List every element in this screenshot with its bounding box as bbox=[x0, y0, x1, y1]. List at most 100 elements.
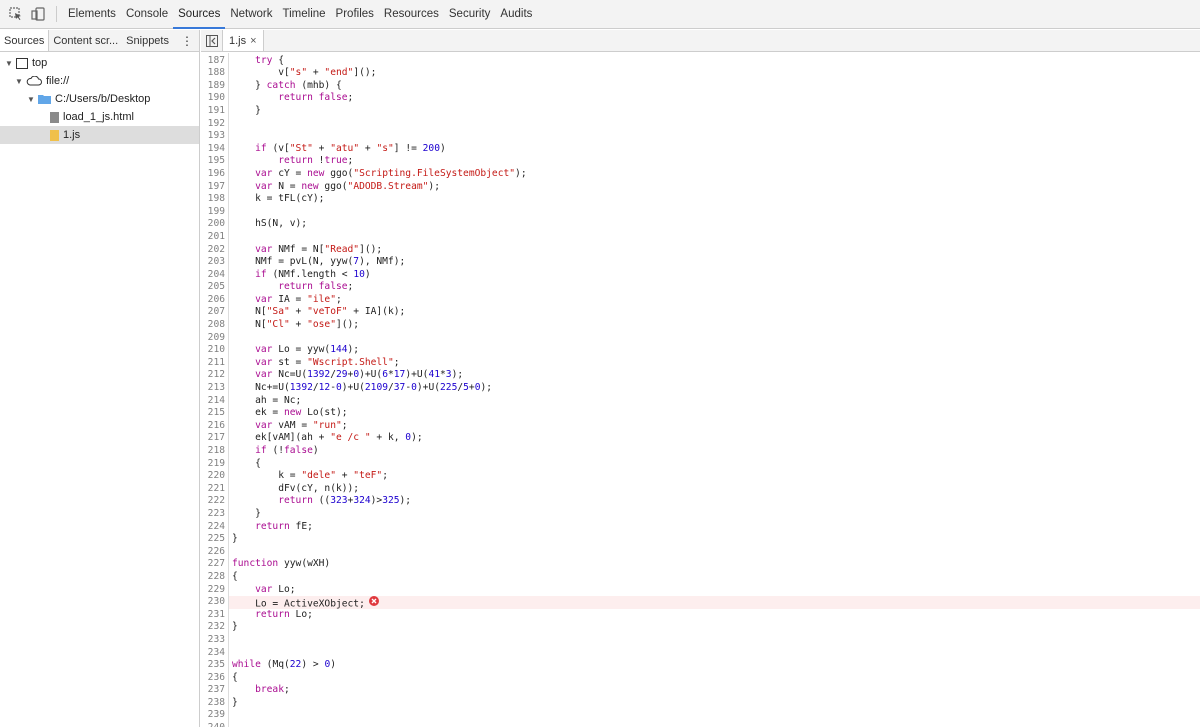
tab-audits[interactable]: Audits bbox=[495, 0, 537, 29]
line-number[interactable]: 213 bbox=[201, 382, 229, 395]
tab-network[interactable]: Network bbox=[225, 0, 277, 29]
line-number[interactable]: 203 bbox=[201, 256, 229, 269]
close-tab-icon[interactable]: × bbox=[250, 35, 256, 47]
line-number[interactable]: 190 bbox=[201, 92, 229, 105]
line-number[interactable]: 199 bbox=[201, 205, 229, 219]
line-number[interactable]: 236 bbox=[201, 671, 229, 685]
line-number[interactable]: 189 bbox=[201, 79, 229, 93]
tab-elements[interactable]: Elements bbox=[63, 0, 121, 29]
tab-timeline[interactable]: Timeline bbox=[278, 0, 331, 29]
line-number[interactable]: 239 bbox=[201, 709, 229, 723]
code-line: 191 } bbox=[201, 104, 1200, 118]
code-text: Lo = ActiveXObject; bbox=[229, 596, 1200, 609]
line-number[interactable]: 220 bbox=[201, 470, 229, 483]
line-number[interactable]: 194 bbox=[201, 142, 229, 156]
line-number[interactable]: 219 bbox=[201, 457, 229, 471]
line-number[interactable]: 231 bbox=[201, 608, 229, 622]
line-number[interactable]: 193 bbox=[201, 130, 229, 143]
code-text: return !true; bbox=[278, 155, 354, 167]
editor-tab-file[interactable]: 1.js × bbox=[223, 30, 264, 51]
tab-sources[interactable]: Sources bbox=[173, 0, 226, 29]
line-number[interactable]: 225 bbox=[201, 533, 229, 546]
toggle-navigator-icon[interactable] bbox=[201, 30, 223, 51]
line-number[interactable]: 211 bbox=[201, 356, 229, 370]
line-number[interactable]: 205 bbox=[201, 281, 229, 294]
code-line: 228{ bbox=[201, 570, 1200, 584]
line-number[interactable]: 216 bbox=[201, 419, 229, 433]
code-line: 227 function yyw(wXH) bbox=[201, 558, 1200, 571]
line-number[interactable]: 214 bbox=[201, 394, 229, 408]
line-number[interactable]: 200 bbox=[201, 218, 229, 231]
line-number[interactable]: 196 bbox=[201, 167, 229, 181]
tree-item-frame[interactable]: ▼ top bbox=[0, 54, 199, 72]
navigator-tab-2[interactable]: Snippets bbox=[122, 30, 173, 51]
code-area[interactable]: 186 v["O" + "pen"]("GET", k, 0);187 try … bbox=[201, 53, 1200, 727]
expand-arrow-icon[interactable]: ▼ bbox=[26, 95, 36, 104]
tree-item-label: C:/Users/b/Desktop bbox=[55, 93, 151, 105]
line-number[interactable]: 237 bbox=[201, 684, 229, 697]
tree-item-cloud[interactable]: ▼ file:// bbox=[0, 72, 199, 90]
code-line: 229 var Lo; bbox=[201, 583, 1200, 597]
expand-arrow-icon[interactable]: ▼ bbox=[4, 59, 14, 68]
line-number[interactable]: 208 bbox=[201, 319, 229, 332]
tree-item-file-js[interactable]: 1.js bbox=[0, 126, 199, 144]
line-number[interactable]: 187 bbox=[201, 54, 229, 68]
line-number[interactable]: 195 bbox=[201, 155, 229, 168]
line-number[interactable]: 234 bbox=[201, 646, 229, 660]
line-number[interactable]: 209 bbox=[201, 331, 229, 345]
line-number[interactable]: 188 bbox=[201, 67, 229, 80]
line-number[interactable]: 218 bbox=[201, 445, 229, 458]
code-line: 219 { bbox=[201, 457, 1200, 471]
tab-profiles[interactable]: Profiles bbox=[331, 0, 379, 29]
more-options-icon[interactable]: ⋮ bbox=[177, 30, 197, 51]
code-line: 190 return false; bbox=[201, 92, 1200, 105]
line-number[interactable]: 232 bbox=[201, 621, 229, 634]
editor-tab-label: 1.js bbox=[229, 34, 247, 47]
line-number[interactable]: 191 bbox=[201, 104, 229, 118]
line-number[interactable]: 204 bbox=[201, 268, 229, 282]
line-number[interactable]: 235 bbox=[201, 659, 229, 672]
line-number[interactable]: 198 bbox=[201, 193, 229, 206]
line-number[interactable]: 212 bbox=[201, 369, 229, 383]
line-number[interactable]: 229 bbox=[201, 583, 229, 597]
navigator-tab-0[interactable]: Sources bbox=[0, 30, 50, 51]
code-line: 220 k = "dele" + "teF"; bbox=[201, 470, 1200, 483]
line-number[interactable]: 226 bbox=[201, 545, 229, 559]
code-text: return ((323+324)>325); bbox=[278, 495, 412, 507]
tree-item-folder[interactable]: ▼ C:/Users/b/Desktop bbox=[0, 90, 199, 108]
code-line: 201 bbox=[201, 230, 1200, 244]
expand-arrow-icon[interactable]: ▼ bbox=[14, 77, 24, 86]
line-number[interactable]: 238 bbox=[201, 696, 229, 710]
line-number[interactable]: 233 bbox=[201, 633, 229, 647]
line-number[interactable]: 197 bbox=[201, 180, 229, 194]
line-number[interactable]: 206 bbox=[201, 293, 229, 307]
code-line: 223 } bbox=[201, 507, 1200, 521]
line-number[interactable]: 192 bbox=[201, 117, 229, 131]
tab-console[interactable]: Console bbox=[121, 0, 173, 29]
line-number[interactable]: 224 bbox=[201, 520, 229, 534]
line-number[interactable]: 222 bbox=[201, 495, 229, 508]
device-mode-icon[interactable] bbox=[28, 4, 48, 24]
code-line: 206 var IA = "ile"; bbox=[201, 293, 1200, 307]
code-line: 197 var N = new ggo("ADODB.Stream"); bbox=[201, 180, 1200, 194]
line-number[interactable]: 227 bbox=[201, 558, 229, 571]
line-number[interactable]: 217 bbox=[201, 432, 229, 445]
tab-resources[interactable]: Resources bbox=[379, 0, 444, 29]
line-number[interactable]: 215 bbox=[201, 407, 229, 420]
line-number[interactable]: 230 bbox=[201, 596, 229, 609]
line-number[interactable]: 228 bbox=[201, 570, 229, 584]
code-text: { bbox=[232, 457, 261, 469]
line-number[interactable]: 223 bbox=[201, 507, 229, 521]
line-number[interactable]: 202 bbox=[201, 243, 229, 257]
navigator-tab-1[interactable]: Content scr... bbox=[49, 30, 122, 51]
code-text: } bbox=[232, 104, 261, 116]
line-number[interactable]: 221 bbox=[201, 482, 229, 496]
tab-security[interactable]: Security bbox=[444, 0, 496, 29]
line-number[interactable]: 240 bbox=[201, 722, 229, 727]
line-number[interactable]: 210 bbox=[201, 344, 229, 357]
tree-item-file[interactable]: load_1_js.html bbox=[0, 108, 199, 126]
inspect-element-icon[interactable] bbox=[6, 4, 26, 24]
line-number[interactable]: 207 bbox=[201, 306, 229, 320]
line-number[interactable]: 201 bbox=[201, 230, 229, 244]
